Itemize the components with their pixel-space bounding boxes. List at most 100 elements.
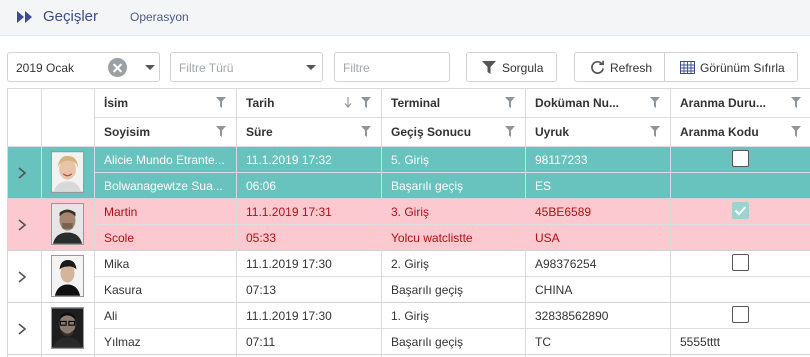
terminal-cell[interactable]: 1. Giriş bbox=[381, 303, 525, 329]
duration-cell[interactable]: 06:06 bbox=[236, 173, 381, 199]
duration-cell[interactable]: 05:33 bbox=[236, 225, 381, 251]
date-cell[interactable]: 11.1.2019 17:32 bbox=[236, 147, 381, 173]
duration-cell[interactable]: 07:11 bbox=[236, 329, 381, 355]
nationality-cell[interactable]: TC bbox=[525, 329, 670, 355]
chevron-right-icon[interactable] bbox=[18, 167, 26, 179]
nationality-cell[interactable]: CHINA bbox=[525, 277, 670, 303]
wanted-status-cell[interactable] bbox=[670, 251, 810, 277]
last-name-cell[interactable]: Kasura bbox=[94, 277, 236, 303]
doc-no-cell[interactable]: 45BE6589 bbox=[525, 199, 670, 225]
duration-cell[interactable]: 07:13 bbox=[236, 277, 381, 303]
doc-no-cell[interactable]: A98376254 bbox=[525, 251, 670, 277]
filter-input-placeholder: Filtre bbox=[343, 61, 370, 75]
cell-text: 07:11 bbox=[246, 335, 276, 349]
column-header-label: Geçiş Sonucu bbox=[391, 125, 472, 139]
table-row[interactable]: Mika 11.1.2019 17:30 2. Giriş A98376254 Kasu… bbox=[8, 251, 810, 303]
double-chevron-right-icon[interactable] bbox=[16, 10, 34, 24]
cell-text: 06:06 bbox=[246, 179, 277, 193]
sort-descending-icon[interactable] bbox=[344, 97, 352, 108]
filter-icon[interactable] bbox=[361, 126, 371, 137]
clear-icon[interactable] bbox=[108, 58, 127, 77]
filter-input[interactable]: Filtre bbox=[334, 52, 450, 82]
column-header-doc-no[interactable]: Doküman Nu... bbox=[525, 89, 670, 118]
refresh-button[interactable]: Refresh bbox=[574, 52, 665, 82]
first-name-cell[interactable]: Ali bbox=[94, 303, 236, 329]
column-header-soyisim[interactable]: Soyisim bbox=[94, 118, 236, 147]
chevron-right-icon[interactable] bbox=[18, 271, 26, 283]
column-header-wanted-code[interactable]: Aranma Kodu bbox=[670, 118, 810, 147]
first-name-cell[interactable]: Mika bbox=[94, 251, 236, 277]
column-divider bbox=[381, 89, 382, 357]
cell-text: 05:33 bbox=[246, 231, 277, 245]
filter-type-placeholder: Filtre Türü bbox=[179, 61, 234, 75]
column-header-tarih[interactable]: Tarih bbox=[236, 89, 381, 118]
period-select[interactable]: 2019 Ocak bbox=[7, 52, 160, 82]
column-header-wanted-status[interactable]: Aranma Duru... bbox=[670, 89, 810, 118]
doc-no-cell[interactable]: 32838562890 bbox=[525, 303, 670, 329]
filter-type-select[interactable]: Filtre Türü bbox=[170, 52, 323, 82]
chevron-down-icon[interactable] bbox=[145, 65, 155, 70]
last-name-cell[interactable]: Scole bbox=[94, 225, 236, 251]
cell-text: Bolwanagewtze Sua... bbox=[104, 179, 223, 193]
doc-no-cell[interactable]: 98117233 bbox=[525, 147, 670, 173]
first-name-cell[interactable]: Alicie Mundo Etrante... bbox=[94, 147, 236, 173]
wanted-code-cell[interactable] bbox=[670, 225, 810, 251]
avatar bbox=[51, 255, 84, 297]
wanted-code-cell[interactable]: 5555tttt bbox=[670, 329, 810, 355]
filter-icon[interactable] bbox=[650, 126, 660, 137]
result-cell[interactable]: Başarılı geçiş bbox=[381, 329, 525, 355]
first-name-cell[interactable]: Martin bbox=[94, 199, 236, 225]
filter-icon[interactable] bbox=[216, 97, 226, 108]
filter-icon[interactable] bbox=[361, 97, 371, 108]
wanted-status-cell[interactable] bbox=[670, 199, 810, 225]
wanted-checkbox[interactable] bbox=[732, 150, 749, 167]
column-header-result[interactable]: Geçiş Sonucu bbox=[381, 118, 525, 147]
column-header-terminal[interactable]: Terminal bbox=[381, 89, 525, 118]
query-button[interactable]: Sorgula bbox=[466, 52, 557, 82]
wanted-checkbox[interactable] bbox=[732, 306, 749, 323]
nationality-cell[interactable]: ES bbox=[525, 173, 670, 199]
wanted-code-cell[interactable] bbox=[670, 173, 810, 199]
chevron-right-icon[interactable] bbox=[18, 219, 26, 231]
breadcrumb[interactable]: Operasyon bbox=[130, 10, 189, 24]
result-cell[interactable]: Başarılı geçiş bbox=[381, 173, 525, 199]
column-header-label: Süre bbox=[246, 125, 273, 139]
filter-icon[interactable] bbox=[650, 97, 660, 108]
filter-icon[interactable] bbox=[791, 97, 801, 108]
column-header-isim[interactable]: İsim bbox=[94, 89, 236, 118]
terminal-cell[interactable]: 2. Giriş bbox=[381, 251, 525, 277]
last-name-cell[interactable]: Yılmaz bbox=[94, 329, 236, 355]
chevron-right-icon[interactable] bbox=[18, 323, 26, 335]
wanted-code-cell[interactable] bbox=[670, 277, 810, 303]
wanted-checkbox[interactable] bbox=[732, 254, 749, 271]
terminal-cell[interactable]: 3. Giriş bbox=[381, 199, 525, 225]
cell-text: 11.1.2019 17:31 bbox=[246, 205, 332, 219]
avatar bbox=[51, 203, 84, 245]
table-row[interactable]: Martin 11.1.2019 17:31 3. Giriş 45BE6589 Sco… bbox=[8, 199, 810, 251]
result-cell[interactable]: Yolcu watclistte bbox=[381, 225, 525, 251]
result-cell[interactable]: Başarılı geçiş bbox=[381, 277, 525, 303]
filter-icon[interactable] bbox=[505, 97, 515, 108]
chevron-down-icon[interactable] bbox=[306, 65, 316, 70]
filter-icon[interactable] bbox=[791, 126, 801, 137]
wanted-status-cell[interactable] bbox=[670, 147, 810, 173]
wanted-checkbox[interactable] bbox=[732, 202, 749, 219]
terminal-cell[interactable]: 5. Giriş bbox=[381, 147, 525, 173]
table-row[interactable]: Ali 11.1.2019 17:30 1. Giriş 32838562890 Yıl… bbox=[8, 303, 810, 355]
reset-view-button[interactable]: Görünüm Sıfırla bbox=[664, 52, 798, 82]
cell-text: Yolcu watclistte bbox=[391, 231, 473, 245]
column-header-nationality[interactable]: Uyruk bbox=[525, 118, 670, 147]
cell-text: 32838562890 bbox=[535, 309, 609, 323]
cell-text: 5. Giriş bbox=[391, 153, 430, 167]
nationality-cell[interactable]: USA bbox=[525, 225, 670, 251]
filter-icon[interactable] bbox=[216, 126, 226, 137]
top-header: Geçişler Operasyon bbox=[0, 0, 810, 36]
filter-icon[interactable] bbox=[505, 126, 515, 137]
last-name-cell[interactable]: Bolwanagewtze Sua... bbox=[94, 173, 236, 199]
date-cell[interactable]: 11.1.2019 17:31 bbox=[236, 199, 381, 225]
date-cell[interactable]: 11.1.2019 17:30 bbox=[236, 251, 381, 277]
table-row[interactable]: Alicie Mundo Etrante... 11.1.2019 17:32 5.… bbox=[8, 147, 810, 199]
column-header-sure[interactable]: Süre bbox=[236, 118, 381, 147]
wanted-status-cell[interactable] bbox=[670, 303, 810, 329]
date-cell[interactable]: 11.1.2019 17:30 bbox=[236, 303, 381, 329]
